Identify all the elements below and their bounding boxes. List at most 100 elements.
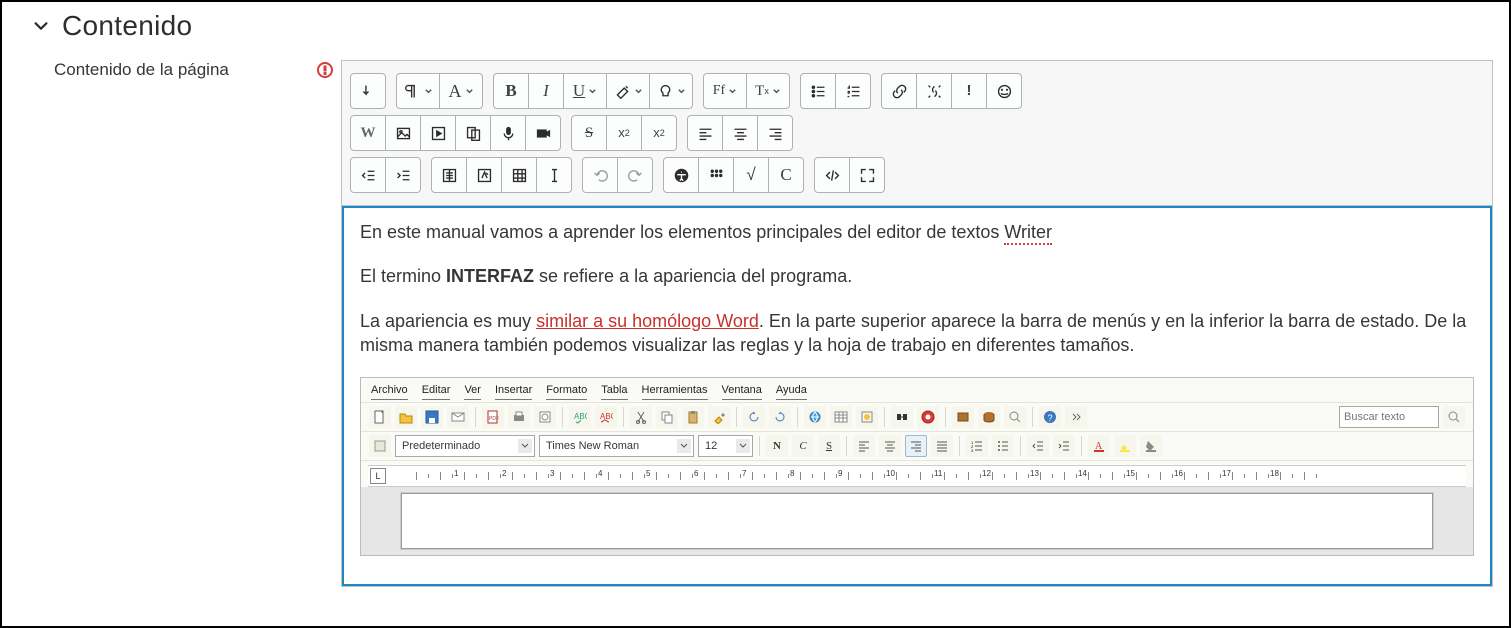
fullscreen-button[interactable] [849,157,885,193]
lo-gallery-icon [952,406,974,428]
align-center-button[interactable] [722,115,758,151]
lo-format-paintbrush-icon [708,406,730,428]
editor-content-area[interactable]: En este manual vamos a aprender los elem… [342,206,1492,586]
paragraph-1: En este manual vamos a aprender los elem… [360,220,1474,244]
lo-cut-icon [630,406,652,428]
insert-image-button[interactable] [385,115,421,151]
svg-text:ABC: ABC [600,412,613,421]
lo-menu-item: Tabla [601,382,627,400]
bold-button[interactable]: B [493,73,529,109]
lo-inc-indent-icon [1053,435,1075,457]
font-size-button[interactable]: A [439,73,483,109]
wiris-button[interactable]: W [350,115,386,151]
libreoffice-screenshot: ArchivoEditarVerInsertarFormatoTablaHerr… [360,377,1474,556]
lo-nonprinting-icon [1004,406,1026,428]
lo-underline-icon: S [818,435,840,457]
lo-italic-icon: C [792,435,814,457]
toolbar-toggle-button[interactable] [350,73,386,109]
font-color-button[interactable] [606,73,650,109]
lo-copy-icon [656,406,678,428]
align-right-button[interactable] [757,115,793,151]
svg-text:?: ? [1048,413,1053,423]
lo-new-doc-icon [369,406,391,428]
align-left-button[interactable] [687,115,723,151]
outdent-button[interactable] [350,157,386,193]
lo-dec-indent-icon [1027,435,1049,457]
insert-media-button[interactable] [420,115,456,151]
font-family-button[interactable]: Ff [703,73,747,109]
lo-ruler: L 123456789101112131415161718 [368,465,1466,487]
lo-sheet [401,493,1433,549]
lo-search-go-icon [1443,406,1465,428]
text-cursor-button[interactable] [536,157,572,193]
italic-button[interactable]: I [528,73,564,109]
lo-redo-icon [769,406,791,428]
insert-char-button[interactable] [466,157,502,193]
lo-fontsize-dropdown: 12 [698,435,753,457]
lo-formatting-toolbar: Predeterminado Times New Roman 12 N C S [361,432,1473,461]
link-button[interactable] [881,73,917,109]
sqrt-button[interactable]: √ [733,157,769,193]
lo-pdf-icon: PDF [482,406,504,428]
lo-help-icon: ? [1039,406,1061,428]
equation-editor-button[interactable] [431,157,467,193]
manage-files-button[interactable] [455,115,491,151]
lo-bgcolor-icon [1140,435,1162,457]
lo-align-left-icon [853,435,875,457]
superscript-button[interactable]: x2 [641,115,677,151]
section-title: Contenido [62,10,192,42]
record-audio-button[interactable] [490,115,526,151]
lo-highlight-icon [1114,435,1136,457]
lo-standard-toolbar: PDF ABC ABC [361,403,1473,432]
lo-show-draw-icon [856,406,878,428]
lo-navigator-icon [917,406,939,428]
accessibility-checker-button[interactable] [663,157,699,193]
subscript-button[interactable]: x2 [606,115,642,151]
lo-bulletlist-icon [992,435,1014,457]
lo-preview-icon [534,406,556,428]
highlight-button[interactable] [649,73,693,109]
lo-menu-item: Insertar [495,382,532,400]
lo-spellcheck-icon: ABC [569,406,591,428]
lo-menu-item: Editar [422,382,451,400]
html-source-button[interactable] [814,157,850,193]
required-icon [317,62,341,83]
word-comparison-link[interactable]: similar a su homólogo Word [536,311,759,331]
lo-menu-item: Herramientas [642,382,708,400]
lo-menu-item: Archivo [371,382,408,400]
lo-paste-icon [682,406,704,428]
lo-page-area [361,487,1473,555]
screenreader-helper-button[interactable] [698,157,734,193]
underline-button[interactable]: U [563,73,607,109]
unlink-button[interactable] [916,73,952,109]
lo-fontcolor-icon: A [1088,435,1110,457]
strikethrough-button[interactable]: S [571,115,607,151]
table-button[interactable] [501,157,537,193]
paragraph-style-button[interactable] [396,73,440,109]
record-video-button[interactable] [525,115,561,151]
paragraph-2: El termino INTERFAZ se refiere a la apar… [360,264,1474,288]
chem-button[interactable]: C [768,157,804,193]
lo-hyperlink-icon [804,406,826,428]
numbered-list-button[interactable] [835,73,871,109]
svg-text:ABC: ABC [574,412,587,421]
undo-button[interactable] [582,157,618,193]
exclamation-button[interactable]: ! [951,73,987,109]
collapse-toggle-icon[interactable] [32,17,50,35]
lo-print-icon [508,406,530,428]
svg-text:3: 3 [971,448,974,453]
lo-save-icon [421,406,443,428]
bullet-list-button[interactable] [800,73,836,109]
redo-button[interactable] [617,157,653,193]
spellcheck-word: Writer [1004,222,1052,245]
lo-menu-item: Ventana [722,382,762,400]
indent-button[interactable] [385,157,421,193]
lo-menu-item: Ver [464,382,481,400]
lo-style-dropdown: Predeterminado [395,435,535,457]
clear-formatting-button[interactable]: Tx [746,73,790,109]
lo-undo-icon [743,406,765,428]
paragraph-3: La apariencia es muy similar a su homólo… [360,309,1474,358]
emoji-button[interactable] [986,73,1022,109]
lo-font-dropdown: Times New Roman [539,435,694,457]
lo-menubar: ArchivoEditarVerInsertarFormatoTablaHerr… [361,378,1473,403]
